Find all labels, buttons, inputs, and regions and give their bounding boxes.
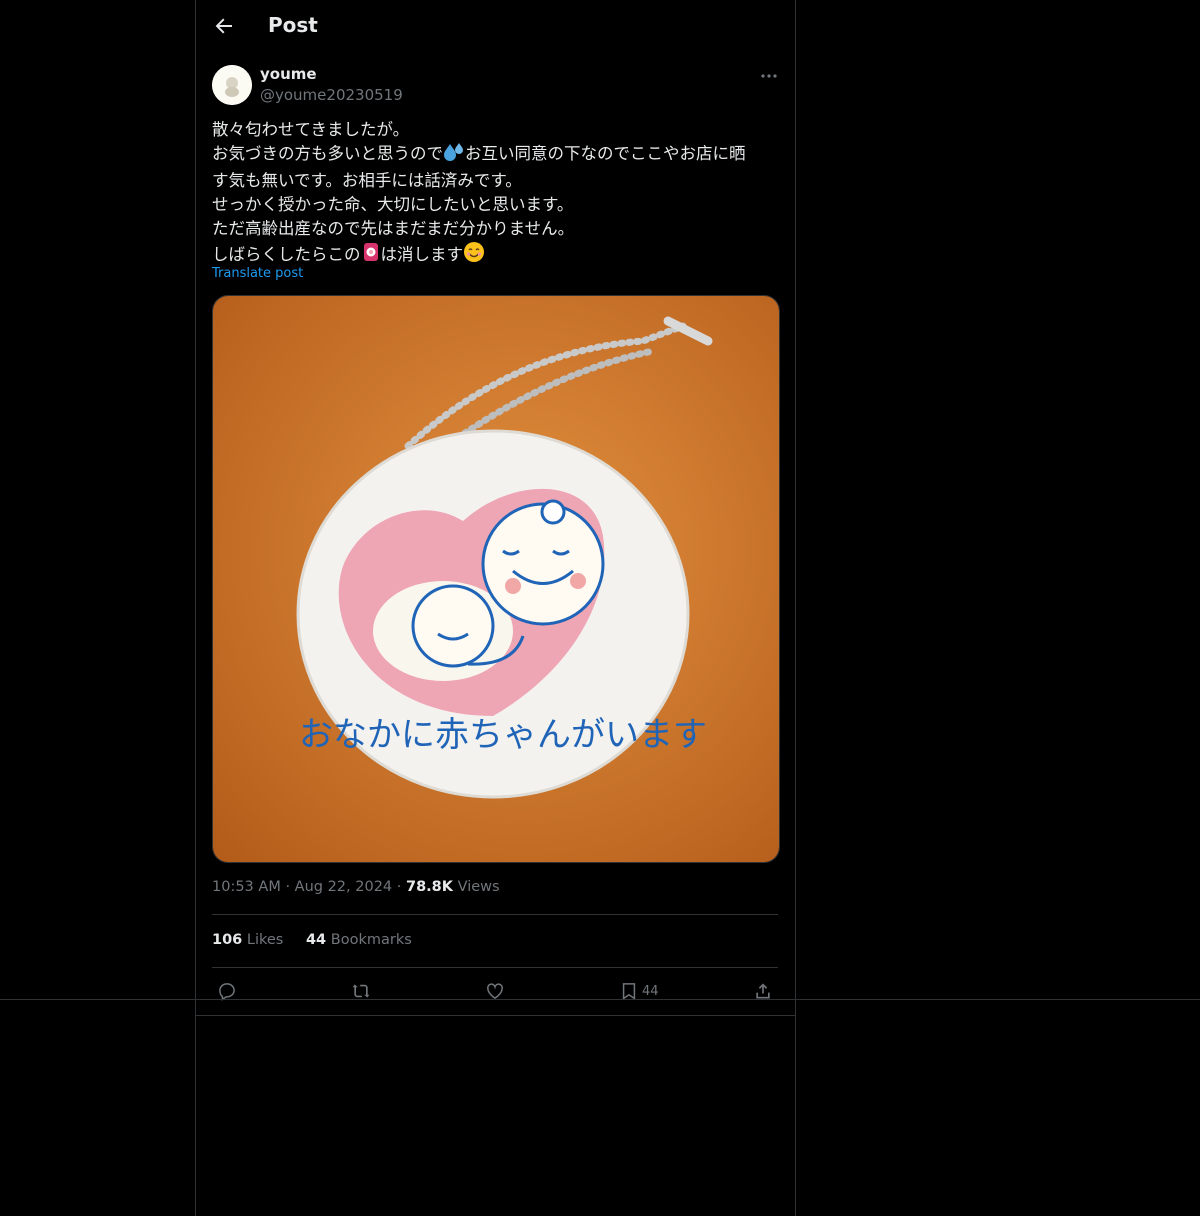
image-tag-text: おなかに赤ちゃんがいます bbox=[299, 715, 707, 755]
likes-count: 106 bbox=[212, 932, 243, 948]
back-arrow-icon bbox=[215, 18, 232, 34]
bookmarks-stat[interactable]: 44 Bookmarks bbox=[306, 932, 412, 948]
repost-icon bbox=[352, 984, 370, 998]
page-title: Post bbox=[268, 13, 318, 37]
more-icon bbox=[761, 74, 777, 78]
views-label: Views bbox=[457, 879, 500, 895]
sweat-droplets-emoji bbox=[443, 142, 465, 169]
divider bbox=[212, 914, 778, 915]
badge-emoji bbox=[361, 241, 381, 270]
post-time[interactable]: 10:53 AM bbox=[212, 879, 281, 895]
like-icon bbox=[487, 983, 503, 999]
post-line: せっかく授かった命、大切にしたいと思います。 bbox=[212, 195, 574, 214]
post-meta: 10:53 AM · Aug 22, 2024 · 78.8K Views bbox=[212, 879, 500, 895]
views-count: 78.8K bbox=[405, 879, 453, 895]
bookmark-count: 44 bbox=[642, 983, 659, 999]
post-line: 散々匂わせてきましたが。 bbox=[212, 120, 410, 139]
overlay-divider bbox=[0, 999, 1200, 1000]
post-line: お気づきの方も多いと思うので お互い同意の下なのでここやお店に晒 bbox=[212, 142, 782, 169]
bookmarks-label: Bookmarks bbox=[330, 932, 412, 948]
reply-icon bbox=[219, 983, 235, 1001]
column-divider bbox=[195, 1015, 795, 1016]
display-name[interactable]: youme bbox=[260, 65, 317, 83]
smiling-face-emoji bbox=[463, 241, 485, 270]
likes-stat[interactable]: 106 Likes bbox=[212, 932, 283, 948]
bookmark-icon bbox=[622, 983, 636, 1000]
bookmarks-count: 44 bbox=[305, 932, 327, 948]
header: Post bbox=[196, 0, 795, 53]
divider bbox=[212, 967, 778, 968]
main-column: Post youme @youme20230519 散々匂わせてきましたが。 お… bbox=[195, 0, 796, 1216]
user-handle[interactable]: @youme20230519 bbox=[260, 86, 403, 104]
post-text-segment: お互い同意の下なのでここやお店に晒 bbox=[465, 144, 746, 163]
meta-separator: · bbox=[396, 879, 402, 895]
translate-post-link[interactable]: Translate post bbox=[212, 266, 303, 281]
post-text-segment: お気づきの方も多いと思うので bbox=[212, 144, 443, 163]
post-date[interactable]: Aug 22, 2024 bbox=[295, 879, 393, 895]
more-button[interactable] bbox=[756, 63, 782, 89]
post-line: す気も無いです。お相手には話済みです。 bbox=[212, 171, 522, 190]
back-button[interactable] bbox=[212, 14, 236, 38]
meta-separator: · bbox=[285, 879, 291, 895]
post-text: 散々匂わせてきましたが。 お気づきの方も多いと思うので お互い同意の下なのでここや… bbox=[212, 118, 782, 270]
post-line: ただ高齢出産なので先はまだまだ分かりません。 bbox=[212, 219, 575, 238]
post-text-segment: しばらくしたらこの bbox=[212, 245, 361, 264]
maternity-mark-photo: おなかに赤ちゃんがいます bbox=[213, 296, 779, 862]
engagement-stats: 106 Likes 44 Bookmarks bbox=[212, 932, 430, 948]
post-image[interactable]: おなかに赤ちゃんがいます bbox=[212, 295, 780, 863]
post-text-segment: は消します bbox=[380, 245, 464, 264]
avatar-image bbox=[212, 65, 252, 105]
likes-label: Likes bbox=[246, 932, 284, 948]
share-icon bbox=[756, 983, 770, 999]
avatar[interactable] bbox=[212, 65, 252, 105]
